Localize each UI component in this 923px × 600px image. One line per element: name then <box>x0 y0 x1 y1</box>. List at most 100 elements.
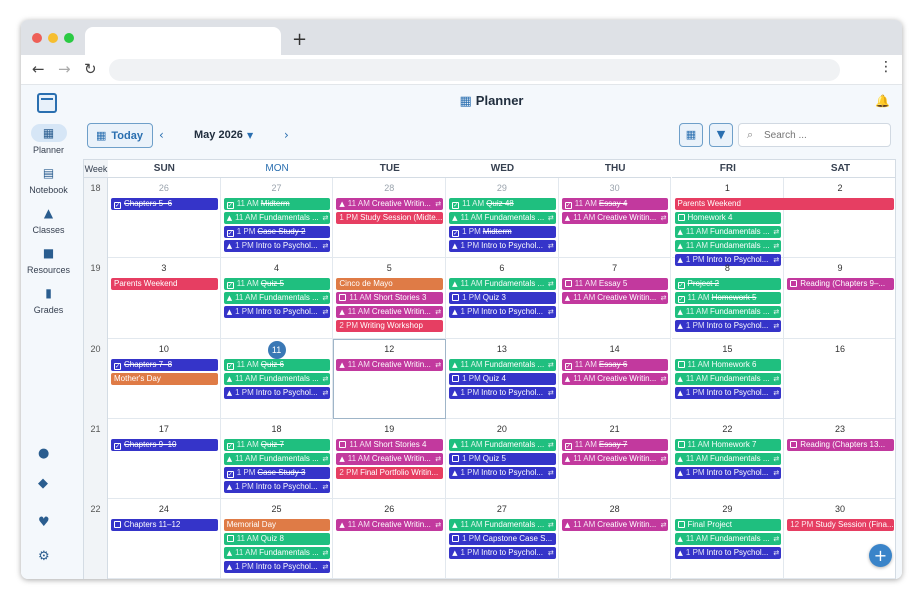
class-event[interactable]: ▲ 1 PM Intro to Psychol... ⇄ <box>449 466 556 479</box>
checked-checkbox-icon[interactable]: ✓ <box>114 362 121 370</box>
checked-checkbox-icon[interactable]: ✓ <box>564 362 572 370</box>
task-event[interactable]: ✓ 1 PM Midterm <box>449 226 556 238</box>
sidebar-item-grades[interactable]: ▮ Grades <box>21 284 76 315</box>
checked-checkbox-icon[interactable]: ✓ <box>226 442 234 450</box>
checkbox-icon[interactable] <box>226 535 234 543</box>
calendar-event[interactable]: 12 PM Study Session (Fina... <box>787 519 894 532</box>
checked-checkbox-icon[interactable]: ✓ <box>677 296 685 304</box>
checkbox-icon[interactable] <box>790 280 798 288</box>
task-event[interactable]: ✓ 11 AM Essay 4 <box>561 198 669 210</box>
checked-checkbox-icon[interactable]: ✓ <box>226 362 234 370</box>
filter-button[interactable]: ▼ <box>709 123 733 147</box>
checkbox-icon[interactable] <box>677 360 685 368</box>
task-event[interactable]: 11 AM Homework 7 <box>674 438 782 451</box>
day-cell[interactable]: 14 ✓ 11 AM Essay 6 ▲ 11 AM Creative Writin... ⇄ <box>558 338 672 419</box>
checkbox-icon[interactable] <box>452 374 460 382</box>
day-cell[interactable]: 11 ✓ 11 AM Quiz 6 ▲ 11 AM Fundamentals ... ⇄ ▲ 1 … <box>220 338 334 419</box>
day-cell[interactable]: 24 Chapters 11–12 <box>108 499 221 579</box>
close-window-button[interactable] <box>32 33 42 43</box>
class-event[interactable]: ▲ 1 PM Intro to Psychol... ⇄ <box>449 547 556 560</box>
hand-heart-icon[interactable]: ♥ <box>38 515 50 530</box>
reload-icon[interactable]: ↻ <box>84 60 97 78</box>
task-event[interactable]: ✓ 11 AM Essay 6 <box>561 358 669 371</box>
day-cell[interactable]: 30 ✓ 11 AM Essay 4 ▲ 11 AM Creative Writin... ⇄ <box>558 178 672 259</box>
checkbox-icon[interactable] <box>452 535 460 543</box>
day-cell[interactable]: 23 Reading (Chapters 13... <box>784 419 895 500</box>
class-event[interactable]: ▲ 11 AM Fundamentals ... ⇄ <box>449 278 556 291</box>
task-event[interactable]: 1 PM Capstone Case S... <box>449 533 556 546</box>
class-event[interactable]: ▲ 11 AM Fundamentals ... ⇄ <box>223 212 331 224</box>
day-cell[interactable]: 18 ✓ 11 AM Quiz 7 ▲ 11 AM Fundamentals ... ⇄ ✓ 1 … <box>220 418 334 500</box>
class-event[interactable]: ▲ 11 AM Creative Writin... ⇄ <box>561 292 669 305</box>
day-cell[interactable]: 16 <box>784 339 895 419</box>
class-event[interactable]: ▲ 11 AM Creative Writin... ⇄ <box>336 519 444 532</box>
day-cell[interactable]: 1 Parents Weekend Homework 4 ▲ 11 AM Fundamen… <box>671 178 894 266</box>
task-event[interactable]: 11 AM Short Stories 3 <box>336 292 444 305</box>
day-cell[interactable]: 27 ✓ 11 AM Midterm ▲ 11 AM Fundamentals ... ⇄ ✓ 1… <box>220 178 334 259</box>
checkbox-icon[interactable] <box>677 521 685 529</box>
day-cell[interactable]: 5 Cinco de Mayo 11 AM Short Stories 3 ▲ 11 AM… <box>333 258 447 339</box>
checkbox-icon[interactable] <box>677 214 685 221</box>
checkbox-icon[interactable] <box>339 294 347 302</box>
class-event[interactable]: ▲ 11 AM Creative Writin... ⇄ <box>336 452 444 465</box>
task-event[interactable]: ✓ 11 AM Essay 7 <box>561 438 669 451</box>
class-event[interactable]: ▲ 11 AM Creative Writin... ⇄ <box>336 198 444 210</box>
class-event[interactable]: ▲ 1 PM Intro to Psychol... ⇄ <box>449 386 556 399</box>
task-event[interactable]: 11 AM Short Stories 4 <box>336 438 444 451</box>
day-cell[interactable]: 20 ▲ 11 AM Fundamentals ... ⇄ 1 PM Quiz 5 ▲ 1 PM… <box>446 418 559 500</box>
day-cell[interactable]: 17 ✓ Chapters 9–10 <box>108 418 221 500</box>
task-event[interactable]: ✓ Project 2 <box>674 278 782 291</box>
class-event[interactable]: ▲ 1 PM Intro to Psychol... ⇄ <box>674 386 782 399</box>
calendar-event[interactable]: Parents Weekend <box>674 198 894 210</box>
class-event[interactable]: ▲ 11 AM Fundamentals ... ⇄ <box>223 372 331 385</box>
task-event[interactable]: ✓ 11 AM Quiz 5 <box>223 278 331 291</box>
day-cell[interactable]: 10 ✓ Chapters 7–8 Mother's Day <box>108 338 221 419</box>
task-event[interactable]: ✓ 11 AM Quiz 48 <box>449 198 556 210</box>
day-cell[interactable]: 15 11 AM Homework 6 ▲ 11 AM Fundamentals ... ⇄… <box>671 338 785 419</box>
sidebar-item-notebook[interactable]: ▤ Notebook <box>21 164 76 195</box>
class-event[interactable]: ▲ 1 PM Intro to Psychol... ⇄ <box>449 240 556 252</box>
browser-menu-icon[interactable]: ⋮ <box>879 59 893 75</box>
next-month-chevron-icon[interactable]: › <box>284 128 289 142</box>
calendar-event[interactable]: 1 PM Study Session (Midte... <box>336 212 444 224</box>
checkbox-icon[interactable] <box>114 521 121 529</box>
task-event[interactable]: ✓ 11 AM Quiz 7 <box>223 438 331 451</box>
day-cell[interactable]: 30 12 PM Study Session (Fina... <box>784 499 895 579</box>
class-event[interactable]: ▲ 1 PM Intro to Psychol... ⇄ <box>674 547 782 560</box>
browser-tab[interactable] <box>85 27 281 55</box>
checkbox-icon[interactable] <box>677 440 685 448</box>
task-event[interactable]: Final Project <box>674 519 782 532</box>
class-event[interactable]: ▲ 11 AM Creative Writin... ⇄ <box>561 372 669 385</box>
app-logo-icon[interactable] <box>37 93 57 113</box>
class-event[interactable]: ▲ 1 PM Intro to Psychol... ⇄ <box>223 561 331 574</box>
checkbox-icon[interactable] <box>564 280 572 288</box>
class-event[interactable]: ▲ 11 AM Fundamentals ... ⇄ <box>223 292 331 305</box>
day-cell[interactable]: 28 ▲ 11 AM Creative Writin... ⇄ <box>558 499 672 579</box>
calendar-event[interactable]: 2 PM Final Portfolio Writin... <box>336 466 444 479</box>
day-cell[interactable]: 6 ▲ 11 AM Fundamentals ... ⇄ 1 PM Quiz 3 ▲ 1 PM I… <box>446 258 559 339</box>
task-event[interactable]: 11 AM Quiz 8 <box>223 533 331 546</box>
checked-checkbox-icon[interactable]: ✓ <box>452 202 460 209</box>
class-event[interactable]: ▲ 11 AM Fundamentals ... ⇄ <box>223 452 331 465</box>
day-cell[interactable]: 19 11 AM Short Stories 4 ▲ 11 AM Creative Wri… <box>333 418 447 500</box>
task-event[interactable]: Reading (Chapters 13... <box>787 438 894 451</box>
checkbox-icon[interactable] <box>790 440 798 448</box>
day-cell[interactable]: 12 ▲ 11 AM Creative Writin... ⇄ <box>333 338 447 419</box>
class-event[interactable]: ▲ 1 PM Intro to Psychol... ⇄ <box>223 386 331 399</box>
calendar-event[interactable]: Memorial Day <box>223 519 331 532</box>
checked-checkbox-icon[interactable]: ✓ <box>226 202 234 209</box>
forward-arrow-icon[interactable]: → <box>58 60 71 78</box>
task-event[interactable]: 1 PM Quiz 4 <box>449 372 556 385</box>
address-bar[interactable] <box>109 59 840 81</box>
checkbox-icon[interactable] <box>452 294 460 302</box>
checked-checkbox-icon[interactable]: ✓ <box>564 202 572 209</box>
day-cell[interactable]: 21 ✓ 11 AM Essay 7 ▲ 11 AM Creative Writin... ⇄ <box>558 418 672 500</box>
checked-checkbox-icon[interactable]: ✓ <box>677 282 685 290</box>
class-event[interactable]: ▲ 1 PM Intro to Psychol... ⇄ <box>674 320 782 333</box>
task-event[interactable]: Reading (Chapters 9–... <box>787 278 894 291</box>
checked-checkbox-icon[interactable]: ✓ <box>226 230 234 237</box>
day-cell[interactable]: 27 ▲ 11 AM Fundamentals ... ⇄ 1 PM Capstone Ca… <box>446 499 559 579</box>
class-event[interactable]: ▲ 11 AM Fundamentals ... ⇄ <box>674 240 782 252</box>
sidebar-item-classes[interactable]: ▲ Classes <box>21 204 76 235</box>
day-cell[interactable]: 29 ✓ 11 AM Quiz 48 ▲ 11 AM Fundamentals ... ⇄ ✓ 1… <box>446 178 559 259</box>
